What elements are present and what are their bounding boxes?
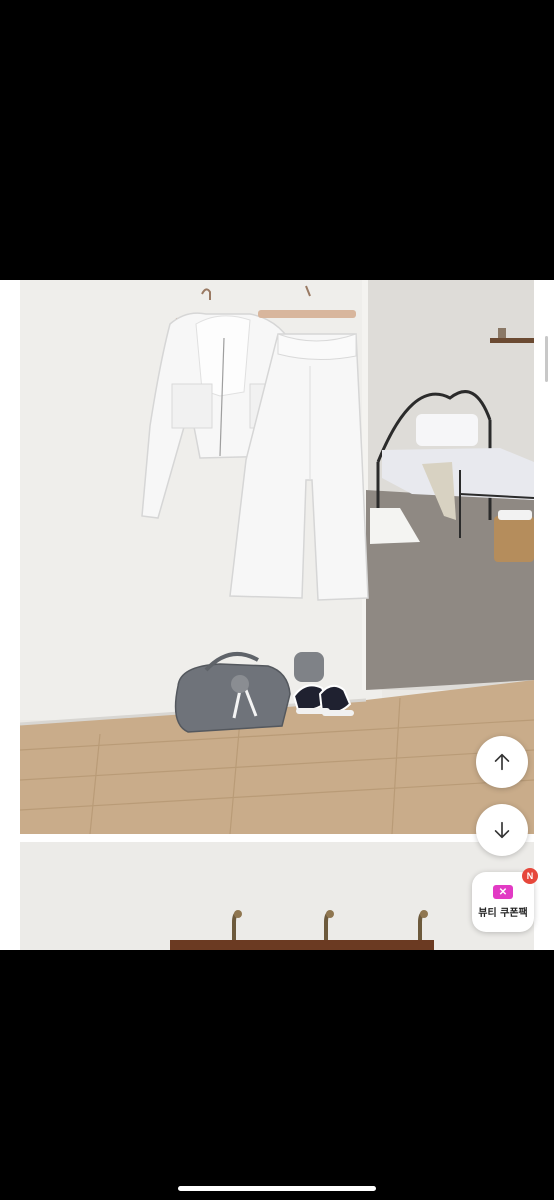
coupon-label: 뷰티 쿠폰팩 (478, 908, 528, 919)
product-photo-1[interactable] (20, 280, 534, 834)
arrow-down-icon (494, 821, 510, 839)
coupon-ticket-icon: ✕ (493, 885, 513, 899)
new-badge: N (522, 868, 538, 884)
arrow-up-icon (494, 753, 510, 771)
product-photo-2[interactable] (20, 842, 534, 950)
beauty-coupon-pack-button[interactable]: ✕ 뷰티 쿠폰팩 N (472, 868, 538, 932)
image-viewer: ✕ 뷰티 쿠폰팩 N (0, 280, 554, 950)
scroll-up-button[interactable] (476, 736, 528, 788)
scrollbar[interactable] (545, 336, 548, 382)
scroll-down-button[interactable] (476, 804, 528, 856)
home-indicator (178, 1186, 376, 1191)
